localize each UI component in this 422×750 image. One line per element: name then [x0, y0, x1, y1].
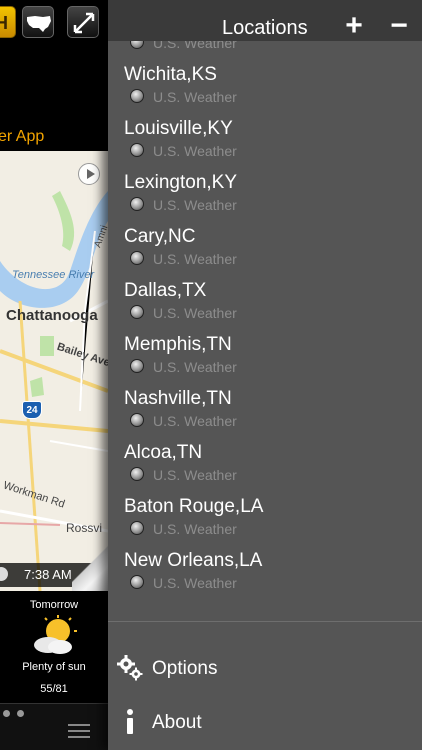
- panel-title: Locations: [222, 17, 308, 39]
- options-label: Options: [152, 658, 218, 679]
- background-toolbar: H: [0, 4, 108, 40]
- location-item[interactable]: U.S. Weather: [108, 41, 422, 54]
- location-source-label: U.S. Weather: [153, 305, 237, 321]
- location-name: Louisville,KY: [124, 118, 233, 139]
- location-source-label: U.S. Weather: [153, 467, 237, 483]
- location-source-label: U.S. Weather: [153, 89, 237, 105]
- location-source-label: U.S. Weather: [153, 143, 237, 159]
- map-label-city: Chattanooga: [6, 307, 98, 324]
- options-menu-item[interactable]: Options: [108, 643, 422, 697]
- forecast-temps: 55/81: [40, 683, 68, 695]
- location-item[interactable]: Alcoa,TN U.S. Weather: [108, 432, 422, 486]
- globe-icon: [130, 251, 144, 265]
- background-bottom-bar: [0, 703, 108, 750]
- globe-icon: [130, 197, 144, 211]
- time-indicator-icon: [0, 567, 8, 581]
- globe-icon: [130, 143, 144, 157]
- app-logo-icon[interactable]: H: [0, 6, 16, 38]
- location-name: Memphis,TN: [124, 334, 232, 355]
- us-map-icon[interactable]: [22, 6, 54, 38]
- locations-header: Locations + −: [108, 0, 422, 41]
- globe-icon: [130, 575, 144, 589]
- location-name: Dallas,TX: [124, 280, 207, 301]
- locations-panel: Locations + − U.S. Weather Wichita,KS U.…: [108, 0, 422, 750]
- location-source-label: U.S. Weather: [153, 359, 237, 375]
- globe-icon: [130, 413, 144, 427]
- about-menu-item[interactable]: About: [108, 697, 422, 750]
- location-source-label: U.S. Weather: [153, 251, 237, 267]
- location-item[interactable]: Cary,NC U.S. Weather: [108, 216, 422, 270]
- menu-divider: [108, 621, 422, 622]
- svg-text:H: H: [0, 13, 8, 33]
- expand-icon[interactable]: [67, 6, 99, 38]
- radar-map[interactable]: Tennessee River Chattanooga Bailey Ave A…: [0, 151, 108, 591]
- location-item[interactable]: Baton Rouge,LA U.S. Weather: [108, 486, 422, 540]
- globe-icon: [130, 41, 144, 49]
- play-animation-button[interactable]: [78, 163, 100, 185]
- add-location-button[interactable]: +: [340, 11, 368, 41]
- location-name: Cary,NC: [124, 226, 196, 247]
- forecast-description: Plenty of sun: [22, 661, 86, 673]
- location-item[interactable]: Wichita,KS U.S. Weather: [108, 54, 422, 108]
- location-item[interactable]: New Orleans,LA U.S. Weather: [108, 540, 422, 594]
- map-label-place: Rossvi: [66, 521, 103, 535]
- globe-icon: [130, 521, 144, 535]
- page-dot: [3, 710, 10, 717]
- radar-time: 7:38 AM: [24, 567, 72, 582]
- interstate-shield-icon: 24: [22, 401, 42, 419]
- location-name: Wichita,KS: [124, 64, 217, 85]
- page-dot: [17, 710, 24, 717]
- globe-icon: [130, 89, 144, 103]
- map-label-river: Tennessee River: [12, 269, 95, 281]
- location-item[interactable]: Dallas,TX U.S. Weather: [108, 270, 422, 324]
- location-name: Lexington,KY: [124, 172, 238, 193]
- location-name: Nashville,TN: [124, 388, 232, 409]
- location-source-label: U.S. Weather: [153, 575, 237, 591]
- location-name: New Orleans,LA: [124, 550, 263, 571]
- about-label: About: [152, 712, 202, 733]
- menu-icon[interactable]: [68, 724, 90, 738]
- location-source-label: U.S. Weather: [153, 197, 237, 213]
- location-item[interactable]: Louisville,KY U.S. Weather: [108, 108, 422, 162]
- location-name: Baton Rouge,LA: [124, 496, 264, 517]
- location-item[interactable]: Nashville,TN U.S. Weather: [108, 378, 422, 432]
- background-app: H er App Tennessee River Chattanooga Bai: [0, 0, 108, 750]
- locations-list[interactable]: U.S. Weather Wichita,KS U.S. Weather Lou…: [108, 41, 422, 611]
- page-curl[interactable]: [72, 535, 108, 591]
- forecast-day: Tomorrow: [29, 599, 79, 611]
- location-name: Alcoa,TN: [124, 442, 203, 463]
- location-source-label: U.S. Weather: [153, 521, 237, 537]
- info-icon: [124, 708, 136, 741]
- location-item[interactable]: Memphis,TN U.S. Weather: [108, 324, 422, 378]
- globe-icon: [130, 305, 144, 319]
- location-source-label: U.S. Weather: [153, 41, 237, 51]
- forecast-card: Tomorrow Plenty of sun 55/81: [0, 591, 108, 703]
- background-app-title: er App: [0, 128, 45, 145]
- globe-icon: [130, 359, 144, 373]
- location-item[interactable]: Lexington,KY U.S. Weather: [108, 162, 422, 216]
- remove-location-button[interactable]: −: [385, 11, 413, 41]
- gear-icon: [116, 654, 144, 687]
- globe-icon: [130, 467, 144, 481]
- location-source-label: U.S. Weather: [153, 413, 237, 429]
- partly-sunny-icon: [28, 615, 80, 662]
